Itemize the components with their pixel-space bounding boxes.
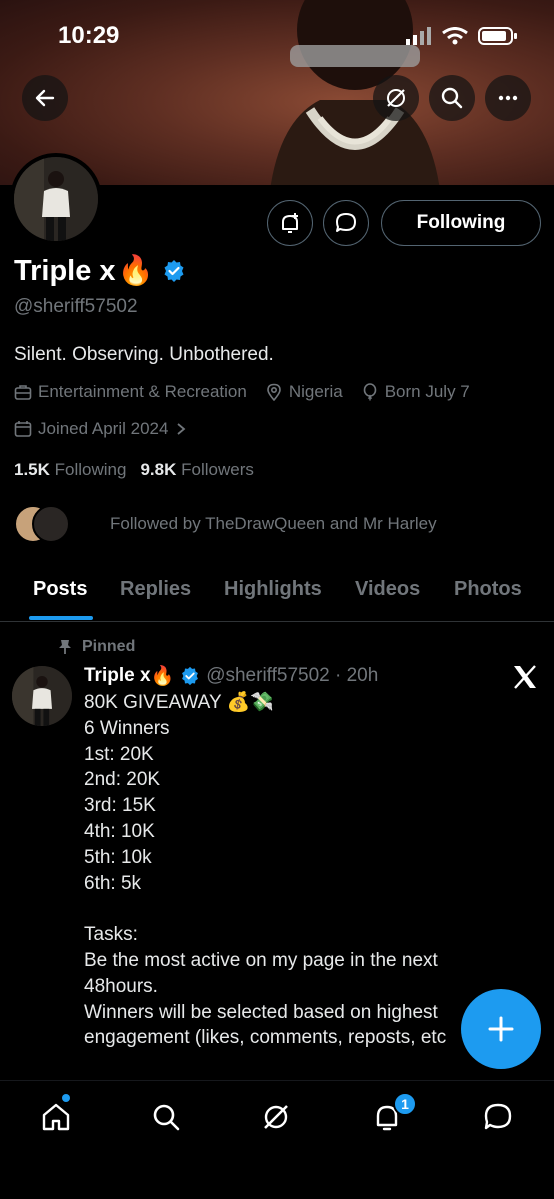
plus-icon (488, 1016, 514, 1042)
profile-bio: Silent. Observing. Unbothered. (14, 344, 274, 365)
post-line: 5th: 10k (84, 846, 152, 868)
post-line: Tasks: (84, 924, 138, 946)
post-body: 80K GIVEAWAY 💰💸 6 Winners 1st: 20K 2nd: … (84, 690, 468, 1051)
post-author-emoji: 🔥 (150, 666, 175, 687)
post-line (84, 896, 468, 922)
joined-text: Joined April 2024 (38, 419, 169, 438)
post-header: Triple x 🔥 @sheriff57502 · 20h (84, 664, 378, 688)
nav-search[interactable] (146, 1097, 186, 1137)
message-button[interactable] (323, 200, 369, 246)
chat-icon (336, 213, 356, 232)
post-line: 48hours. (84, 975, 158, 997)
grok-icon (264, 1105, 288, 1129)
avatar-photo (14, 157, 98, 241)
signal-icon (406, 27, 431, 45)
tab-highlights[interactable]: Highlights (224, 578, 322, 601)
profile-handle: @sheriff57502 (14, 296, 138, 317)
nav-home[interactable] (36, 1097, 76, 1137)
following-count: 1.5K (14, 460, 50, 479)
post-line: 1st: 20K (84, 743, 154, 765)
tab-replies[interactable]: Replies (120, 578, 191, 601)
notify-button[interactable] (267, 200, 313, 246)
tab-videos[interactable]: Videos (355, 578, 420, 601)
balloon-icon (363, 383, 377, 401)
more-button[interactable] (485, 75, 531, 121)
post-avatar-photo (12, 666, 72, 726)
followed-by-row[interactable]: Followed by TheDrawQueen and Mr Harley (14, 505, 437, 543)
followers-count-link[interactable]: 9.8K Followers (140, 460, 253, 480)
pinned-label: Pinned (58, 638, 135, 656)
birthday-text: Born July 7 (384, 382, 470, 401)
post-line: Be the most active on my page in the nex… (84, 949, 438, 971)
arrow-left-icon (35, 89, 55, 107)
joined-item[interactable]: Joined April 2024 (14, 419, 192, 439)
post-author-avatar[interactable] (12, 666, 72, 726)
profile-avatar[interactable] (10, 153, 102, 245)
pin-icon (59, 640, 71, 654)
battery-icon (478, 27, 517, 45)
followers-count: 9.8K (140, 460, 177, 479)
wifi-icon (442, 27, 468, 45)
compose-button[interactable] (461, 989, 541, 1069)
post-line: 6 Winners (84, 717, 170, 739)
profile-tabs: Posts Replies Highlights Videos Photos (0, 568, 554, 622)
status-icons (406, 26, 518, 46)
follow-counts: 1.5K Following 9.8K Followers (14, 460, 254, 480)
notifications-badge: 1 (393, 1092, 417, 1116)
post-line: engagement (likes, comments, reposts, et… (84, 1027, 447, 1049)
post-author-name[interactable]: Triple x (84, 665, 151, 687)
search-icon (441, 87, 463, 109)
search-icon (153, 1104, 180, 1131)
tab-posts[interactable]: Posts (33, 578, 87, 601)
follower-avatar-2 (32, 505, 70, 543)
grok-button[interactable] (373, 75, 419, 121)
home-unread-dot (62, 1094, 70, 1102)
birthday-item: Born July 7 (361, 382, 470, 402)
post-line: 3rd: 15K (84, 795, 156, 817)
location-item: Nigeria (265, 382, 343, 402)
bottom-nav (0, 1080, 554, 1199)
profile-meta-row: Entertainment & Recreation Nigeria Born … (14, 382, 488, 402)
following-count-link[interactable]: 1.5K Following (14, 460, 126, 480)
post-line: 2nd: 20K (84, 769, 161, 791)
active-tab-indicator (29, 616, 93, 620)
profile-name: Triple x 🔥 (14, 254, 186, 288)
bell-plus-icon (282, 213, 298, 233)
category-item: Entertainment & Recreation (14, 382, 247, 402)
status-time: 10:29 (58, 22, 120, 49)
following-button[interactable]: Following (381, 200, 541, 246)
calendar-icon (14, 421, 32, 437)
followers-label: Followers (181, 460, 254, 479)
tab-photos[interactable]: Photos (454, 578, 522, 601)
nav-grok[interactable] (256, 1097, 296, 1137)
post-line: Winners will be selected based on highes… (84, 1001, 438, 1023)
post-verified-badge-icon (182, 666, 199, 686)
joined-row[interactable]: Joined April 2024 (14, 419, 210, 439)
verified-badge-icon (164, 260, 184, 282)
post-handle-time: @sheriff57502 · 20h (206, 665, 379, 686)
grok-icon (387, 89, 405, 107)
home-icon (42, 1103, 70, 1131)
back-button[interactable] (22, 75, 68, 121)
x-logo-icon (514, 665, 536, 689)
profile-name-text: Triple x (14, 254, 116, 287)
followed-by-text: Followed by TheDrawQueen and Mr Harley (110, 514, 437, 533)
post-line: 4th: 10K (84, 820, 155, 842)
post-line: 6th: 5k (84, 872, 142, 894)
pinned-text: Pinned (82, 638, 136, 655)
category-text: Entertainment & Recreation (38, 382, 247, 401)
nav-messages[interactable] (478, 1097, 518, 1137)
location-text: Nigeria (288, 382, 343, 401)
chat-icon (484, 1103, 512, 1130)
fire-emoji: 🔥 (117, 255, 154, 287)
following-label: Following (54, 460, 127, 479)
search-button[interactable] (429, 75, 475, 121)
post-line: 80K GIVEAWAY 💰💸 (84, 692, 274, 713)
chevron-right-icon (177, 423, 186, 435)
briefcase-icon (14, 385, 32, 400)
location-pin-icon (267, 383, 281, 401)
more-icon (498, 95, 518, 101)
